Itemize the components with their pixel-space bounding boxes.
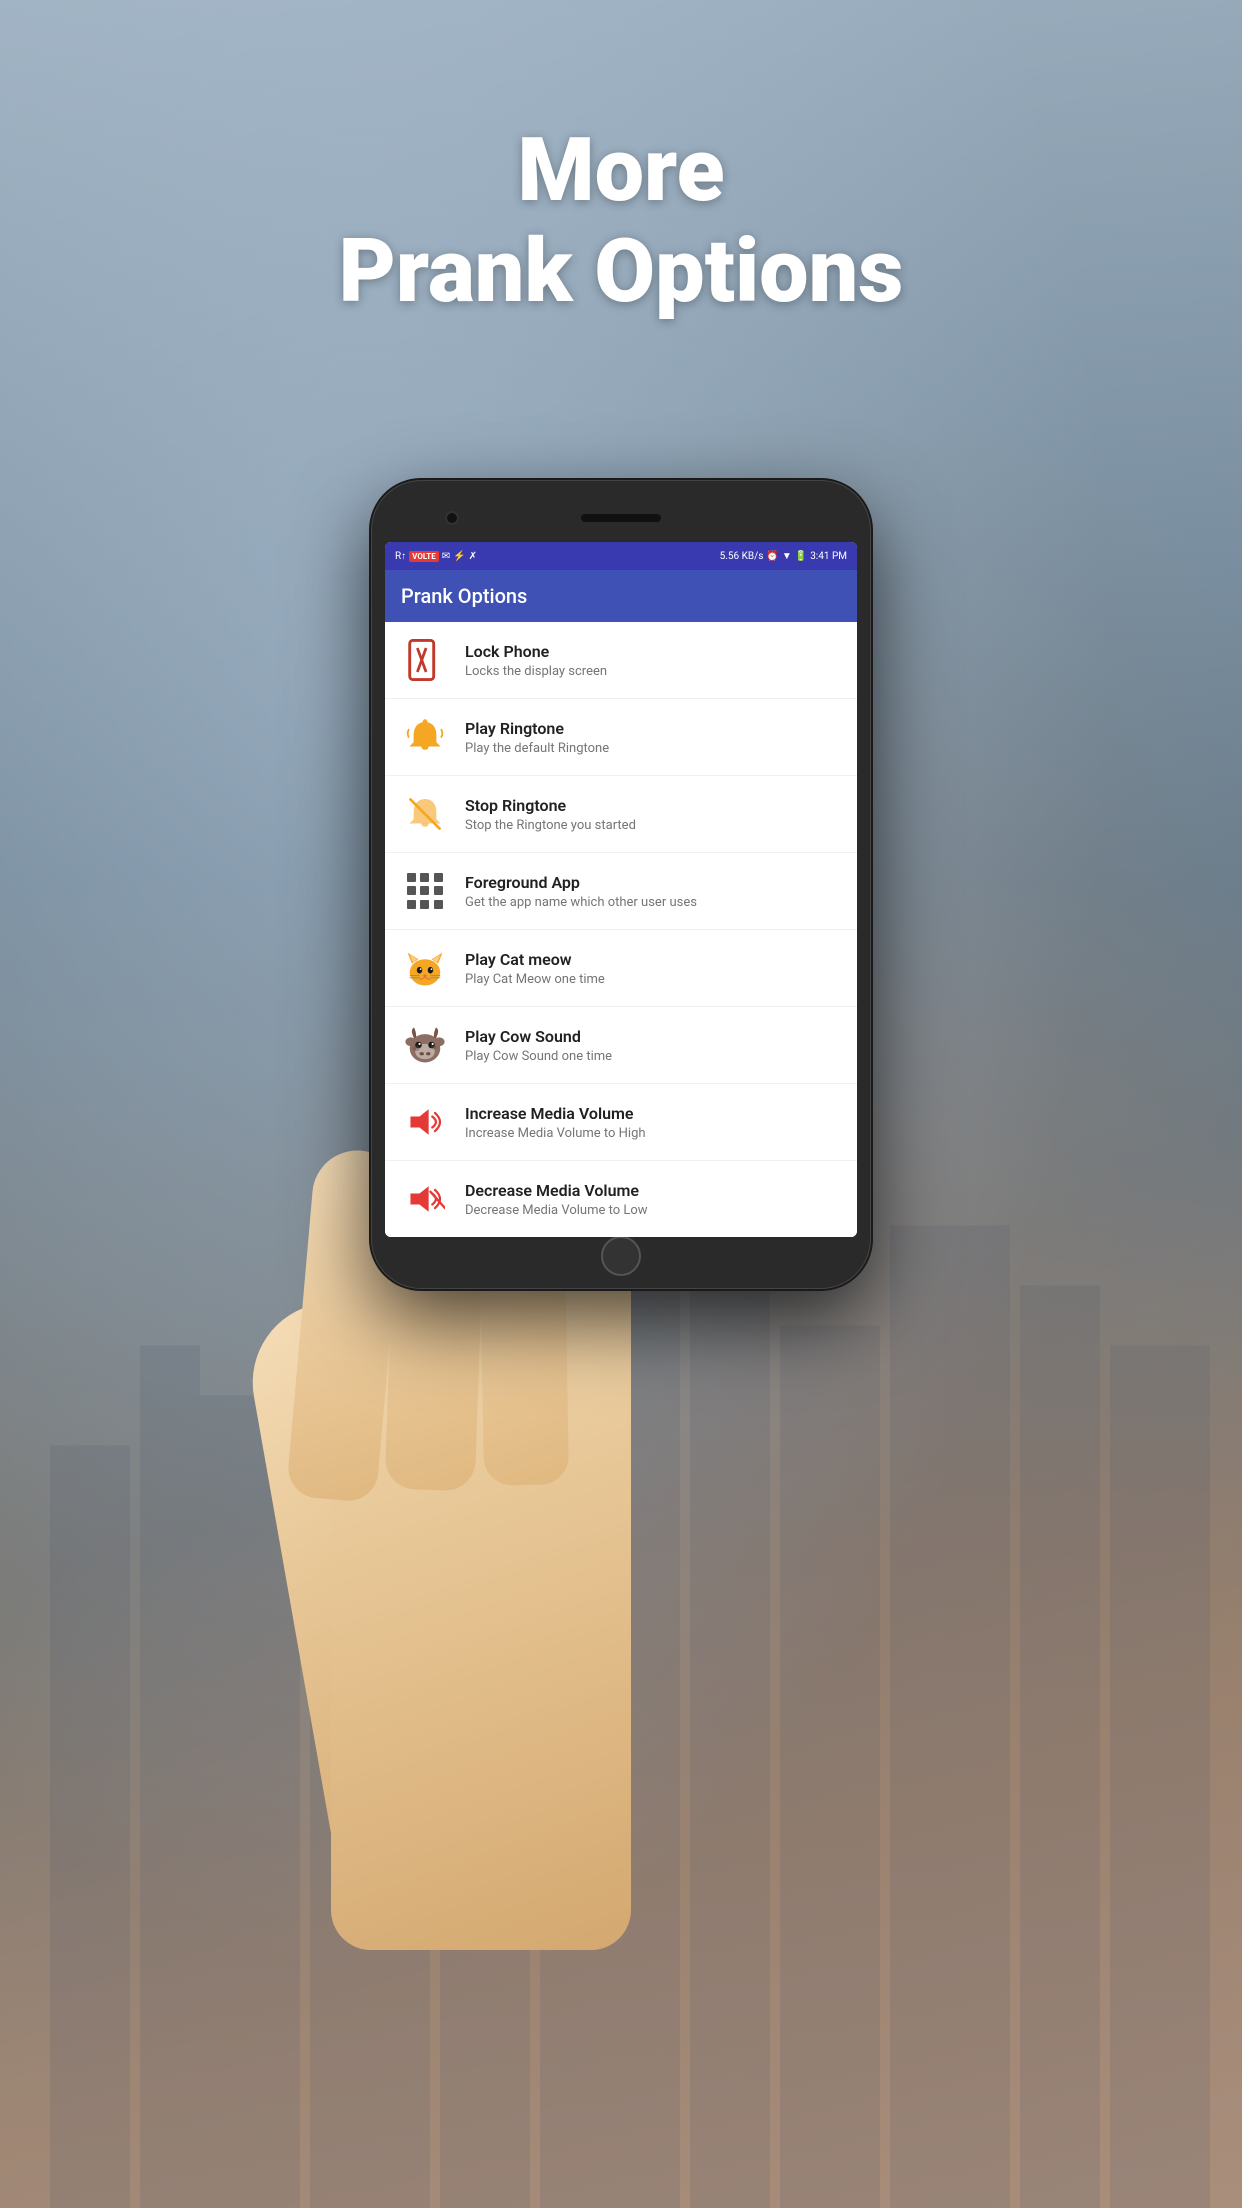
list-item[interactable]: Foreground App Get the app name which ot…	[385, 853, 857, 930]
list-item[interactable]: Play Cat meow Play Cat Meow one time	[385, 930, 857, 1007]
lock-phone-icon	[401, 636, 449, 684]
increase-volume-text: Increase Media Volume Increase Media Vol…	[465, 1104, 841, 1141]
usb-icon: ⚡	[453, 551, 465, 562]
list-item[interactable]: Decrease Media Volume Decrease Media Vol…	[385, 1161, 857, 1237]
list-item[interactable]: Increase Media Volume Increase Media Vol…	[385, 1084, 857, 1161]
decrease-volume-subtitle: Decrease Media Volume to Low	[465, 1203, 841, 1218]
list-item[interactable]: Play Cow Sound Play Cow Sound one time	[385, 1007, 857, 1084]
cow-sound-icon	[401, 1021, 449, 1069]
decrease-volume-icon	[401, 1175, 449, 1223]
menu-list: Lock Phone Locks the display screen	[385, 622, 857, 1237]
email-icon: ✉	[442, 551, 450, 562]
status-right: 5.56 KB/s ⏰ ▼ 🔋 3:41 PM	[720, 551, 847, 562]
data-speed: 5.56 KB/s	[720, 551, 764, 562]
phone-top	[385, 498, 857, 538]
phone-bottom	[385, 1241, 857, 1271]
increase-volume-icon	[401, 1098, 449, 1146]
cow-sound-subtitle: Play Cow Sound one time	[465, 1049, 841, 1064]
play-ringtone-title: Play Ringtone	[465, 719, 841, 738]
lock-phone-text: Lock Phone Locks the display screen	[465, 642, 841, 679]
phone-screen: R↑ VOLTE ✉ ⚡ ✗ 5.56 KB/s ⏰ ▼ 🔋 3:41 PM P…	[385, 542, 857, 1237]
increase-volume-subtitle: Increase Media Volume to High	[465, 1126, 841, 1141]
cat-meow-title: Play Cat meow	[465, 950, 841, 969]
decrease-volume-title: Decrease Media Volume	[465, 1181, 841, 1200]
stop-ringtone-subtitle: Stop the Ringtone you started	[465, 818, 841, 833]
muted-icon: ✗	[469, 551, 477, 562]
play-ringtone-text: Play Ringtone Play the default Ringtone	[465, 719, 841, 756]
cow-sound-text: Play Cow Sound Play Cow Sound one time	[465, 1027, 841, 1064]
list-item[interactable]: Play Ringtone Play the default Ringtone	[385, 699, 857, 776]
foreground-app-icon	[401, 867, 449, 915]
increase-volume-title: Increase Media Volume	[465, 1104, 841, 1123]
stop-ringtone-icon	[401, 790, 449, 838]
lock-phone-title: Lock Phone	[465, 642, 841, 661]
network-indicator: R↑	[395, 551, 406, 562]
stop-ringtone-text: Stop Ringtone Stop the Ringtone you star…	[465, 796, 841, 833]
battery-icon: 🔋	[795, 551, 807, 562]
lock-phone-subtitle: Locks the display screen	[465, 664, 841, 679]
decrease-volume-text: Decrease Media Volume Decrease Media Vol…	[465, 1181, 841, 1218]
time-display: 3:41 PM	[810, 551, 847, 562]
phone-frame: R↑ VOLTE ✉ ⚡ ✗ 5.56 KB/s ⏰ ▼ 🔋 3:41 PM P…	[371, 480, 871, 1289]
stop-ringtone-title: Stop Ringtone	[465, 796, 841, 815]
alarm-icon: ⏰	[766, 551, 778, 562]
status-left: R↑ VOLTE ✉ ⚡ ✗	[395, 551, 477, 562]
page-title: More Prank Options	[0, 120, 1242, 322]
status-bar: R↑ VOLTE ✉ ⚡ ✗ 5.56 KB/s ⏰ ▼ 🔋 3:41 PM	[385, 542, 857, 570]
cat-meow-text: Play Cat meow Play Cat Meow one time	[465, 950, 841, 987]
foreground-app-text: Foreground App Get the app name which ot…	[465, 873, 841, 910]
grid-icon	[407, 873, 443, 909]
list-item[interactable]: Lock Phone Locks the display screen	[385, 622, 857, 699]
cat-meow-subtitle: Play Cat Meow one time	[465, 972, 841, 987]
wifi-icon: ▼	[782, 551, 792, 562]
home-button[interactable]	[601, 1236, 641, 1276]
play-ringtone-icon	[401, 713, 449, 761]
cat-meow-icon	[401, 944, 449, 992]
cow-sound-title: Play Cow Sound	[465, 1027, 841, 1046]
phone-speaker	[581, 514, 661, 522]
list-item[interactable]: Stop Ringtone Stop the Ringtone you star…	[385, 776, 857, 853]
play-ringtone-subtitle: Play the default Ringtone	[465, 741, 841, 756]
app-bar: Prank Options	[385, 570, 857, 622]
app-bar-title: Prank Options	[401, 584, 527, 608]
foreground-app-subtitle: Get the app name which other user uses	[465, 895, 841, 910]
foreground-app-title: Foreground App	[465, 873, 841, 892]
volte-badge: VOLTE	[409, 551, 439, 562]
front-camera	[445, 511, 459, 525]
